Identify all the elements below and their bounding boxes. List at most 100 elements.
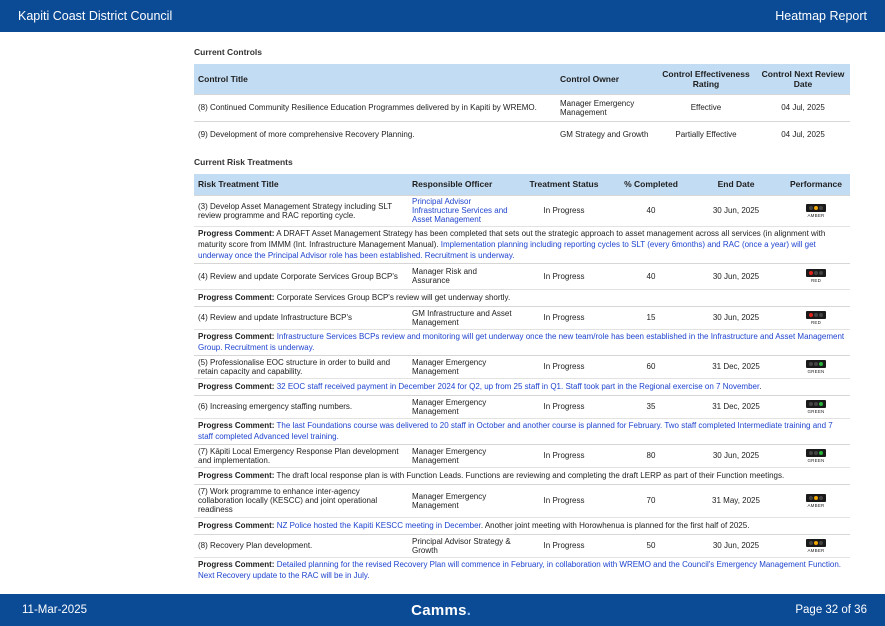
performance-cell: GREEN xyxy=(782,394,850,418)
performance-label: RED xyxy=(810,319,822,325)
control-owner: Manager Emergency Management xyxy=(556,93,656,121)
section-title-controls: Current Controls xyxy=(194,47,262,57)
red-lamp-icon xyxy=(808,361,813,366)
responsible-officer: Principal Advisor Infrastructure Service… xyxy=(408,194,516,226)
treatment-row: (5) Professionalise EOC structure in ord… xyxy=(194,354,850,378)
progress-comment: Progress Comment: NZ Police hosted the K… xyxy=(194,516,850,534)
red-lamp-icon xyxy=(808,495,813,500)
performance-label: AMBER xyxy=(807,502,825,508)
treatment-status: In Progress xyxy=(516,354,612,378)
control-row: (9) Development of more comprehensive Re… xyxy=(194,120,850,147)
col-effectiveness: Control Effectiveness Rating xyxy=(656,64,756,94)
treatment-title: (7) Kāpiti Local Emergency Response Plan… xyxy=(194,443,408,467)
performance-label: GREEN xyxy=(807,457,825,463)
progress-comment-row: Progress Comment: The draft local respon… xyxy=(194,466,850,484)
amber-lamp-icon xyxy=(813,540,818,545)
progress-comment-row: Progress Comment: Corporate Services Gro… xyxy=(194,288,850,306)
col-control-owner: Control Owner xyxy=(556,64,656,94)
comment-text-tail: . Another joint meeting with Horowhenua … xyxy=(480,520,750,530)
traffic-light-icon xyxy=(806,493,826,502)
amber-lamp-icon xyxy=(813,361,818,366)
control-title: (8) Continued Community Resilience Educa… xyxy=(194,93,556,121)
progress-comment: Progress Comment: A DRAFT Asset Manageme… xyxy=(194,225,850,263)
treatment-status: In Progress xyxy=(516,262,612,289)
org-name: Kapiti Coast District Council xyxy=(18,9,173,23)
end-date: 30 Jun, 2025 xyxy=(690,443,782,467)
responsible-officer: Principal Advisor Strategy & Growth xyxy=(408,533,516,557)
control-owner: GM Strategy and Growth xyxy=(556,120,656,147)
performance-label: AMBER xyxy=(807,212,825,218)
progress-comment-label: Progress Comment: xyxy=(198,520,275,530)
amber-lamp-icon xyxy=(813,205,818,210)
traffic-light-icon xyxy=(806,359,826,368)
camms-logo: Camms. xyxy=(411,601,472,619)
traffic-light-icon xyxy=(806,538,826,547)
performance-label: GREEN xyxy=(807,408,825,414)
treatment-status: In Progress xyxy=(516,194,612,226)
comment-text-highlighted: Detailed planning for the revised Recove… xyxy=(198,559,842,580)
percent-completed: 60 xyxy=(612,354,690,378)
end-date: 31 Dec, 2025 xyxy=(690,354,782,378)
traffic-light-icon xyxy=(806,399,826,408)
col-end-date: End Date xyxy=(690,174,782,195)
end-date: 31 May, 2025 xyxy=(690,483,782,517)
green-lamp-icon xyxy=(819,495,824,500)
end-date: 30 Jun, 2025 xyxy=(690,305,782,329)
treatments-table: Risk Treatment Title Responsible Officer… xyxy=(194,174,850,583)
progress-comment: Progress Comment: Detailed planning for … xyxy=(194,556,850,583)
progress-comment-row: Progress Comment: A DRAFT Asset Manageme… xyxy=(194,225,850,263)
progress-comment-label: Progress Comment: xyxy=(198,420,275,430)
red-lamp-icon xyxy=(808,205,813,210)
treatment-status: In Progress xyxy=(516,305,612,329)
percent-completed: 80 xyxy=(612,443,690,467)
percent-completed: 35 xyxy=(612,394,690,418)
treatment-status: In Progress xyxy=(516,483,612,517)
treatment-status: In Progress xyxy=(516,533,612,557)
progress-comment-row: Progress Comment: NZ Police hosted the K… xyxy=(194,516,850,534)
green-lamp-icon xyxy=(819,401,824,406)
percent-completed: 70 xyxy=(612,483,690,517)
red-lamp-icon xyxy=(808,401,813,406)
report-content: Current Controls Control Title Control O… xyxy=(194,40,850,583)
control-title: (9) Development of more comprehensive Re… xyxy=(194,120,556,147)
report-date: 11-Mar-2025 xyxy=(22,604,87,616)
traffic-light-icon xyxy=(806,203,826,212)
treatment-title: (3) Develop Asset Management Strategy in… xyxy=(194,194,408,226)
responsible-officer: Manager Risk and Assurance xyxy=(408,262,516,289)
col-percent-completed: % Completed xyxy=(612,174,690,195)
responsible-officer: Manager Emergency Management xyxy=(408,394,516,418)
amber-lamp-icon xyxy=(813,271,818,275)
percent-completed: 40 xyxy=(612,194,690,226)
green-lamp-icon xyxy=(819,312,824,317)
amber-lamp-icon xyxy=(813,401,818,406)
end-date: 30 Jun, 2025 xyxy=(690,533,782,557)
traffic-light-icon xyxy=(806,448,826,457)
col-treatment-status: Treatment Status xyxy=(516,174,612,195)
progress-comment-label: Progress Comment: xyxy=(198,470,275,480)
progress-comment-row: Progress Comment: 32 EOC staff received … xyxy=(194,377,850,395)
treatment-row: (4) Review and update Corporate Services… xyxy=(194,262,850,289)
progress-comment-row: Progress Comment: Detailed planning for … xyxy=(194,556,850,583)
performance-cell: AMBER xyxy=(782,533,850,557)
treatment-row: (6) Increasing emergency staffing number… xyxy=(194,394,850,418)
treatment-title: (6) Increasing emergency staffing number… xyxy=(194,394,408,418)
responsible-officer: Manager Emergency Management xyxy=(408,443,516,467)
progress-comment-label: Progress Comment: xyxy=(198,228,275,238)
green-lamp-icon xyxy=(819,205,824,210)
control-review-date: 04 Jul, 2025 xyxy=(756,93,850,121)
green-lamp-icon xyxy=(819,540,824,545)
performance-cell: GREEN xyxy=(782,443,850,467)
progress-comment-row: Progress Comment: Infrastructure Service… xyxy=(194,328,850,355)
treatment-row: (7) Work programme to enhance inter-agen… xyxy=(194,483,850,517)
green-lamp-icon xyxy=(819,361,824,366)
col-performance: Performance xyxy=(782,174,850,195)
treatment-title: (4) Review and update Corporate Services… xyxy=(194,262,408,289)
progress-comment: Progress Comment: The last Foundations c… xyxy=(194,417,850,444)
red-lamp-icon xyxy=(808,450,813,455)
traffic-light-icon xyxy=(806,269,826,277)
progress-comment: Progress Comment: 32 EOC staff received … xyxy=(194,377,850,395)
report-title: Heatmap Report xyxy=(775,9,867,23)
performance-label: GREEN xyxy=(807,368,825,374)
red-lamp-icon xyxy=(808,312,813,317)
comment-text-highlighted: The last Foundations course was delivere… xyxy=(198,420,833,441)
